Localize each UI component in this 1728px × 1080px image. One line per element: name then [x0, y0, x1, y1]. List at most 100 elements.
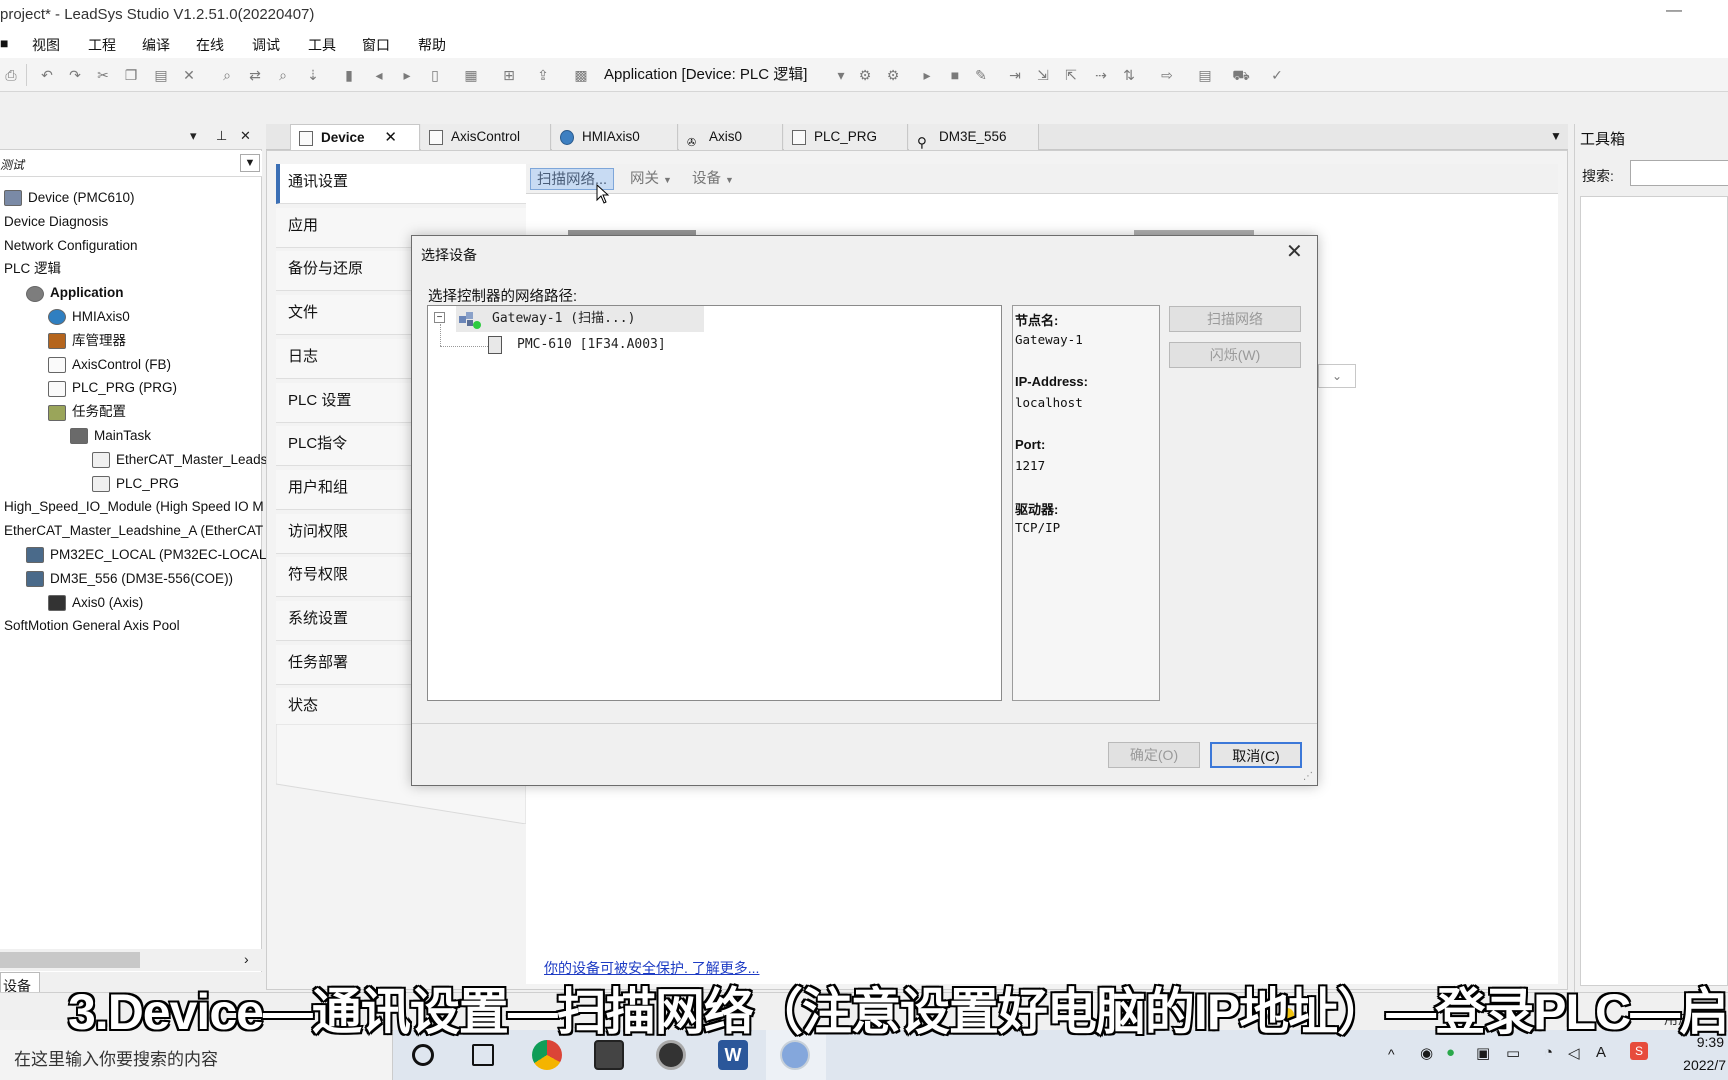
export-icon[interactable]: ⇪	[534, 67, 552, 83]
tree-item[interactable]: DM3E_556 (DM3E-556(COE))	[26, 567, 233, 591]
menu-online[interactable]: 在线	[196, 35, 224, 55]
tree-item[interactable]: PM32EC_LOCAL (PM32EC-LOCAL)	[26, 543, 271, 567]
tree-horizontal-scrollbar[interactable]: ›	[0, 949, 262, 971]
watch-icon[interactable]: ▤	[1196, 67, 1214, 83]
device-button[interactable]: 设备 ▼	[686, 168, 740, 190]
bookmark-clear-icon[interactable]: ▯	[426, 67, 444, 83]
find-in-project-icon[interactable]: ⌕	[274, 67, 292, 83]
dropdown-icon[interactable]: ▾	[190, 128, 197, 144]
input-method-icon[interactable]: A	[1596, 1044, 1606, 1061]
tree-item[interactable]: Device (PMC610)	[4, 186, 135, 210]
tree-item[interactable]: SoftMotion General Axis Pool	[4, 614, 180, 638]
copy-icon[interactable]: ❐	[122, 67, 140, 83]
show-next-statement-icon[interactable]: ⇨	[1158, 67, 1176, 83]
find-icon[interactable]: ⌕	[218, 67, 236, 83]
add-object-icon[interactable]: ⊞	[500, 67, 518, 83]
tab-axis0[interactable]: ✇ Axis0	[679, 124, 783, 150]
chevron-down-icon[interactable]: ▾	[832, 67, 850, 83]
calculator-icon[interactable]	[594, 1040, 624, 1070]
tree-item[interactable]: High_Speed_IO_Module (High Speed IO M	[4, 495, 264, 519]
undo-icon[interactable]: ↶	[38, 67, 56, 83]
wechat-icon[interactable]: ●	[1446, 1044, 1455, 1061]
sogou-icon[interactable]: S	[1630, 1042, 1648, 1060]
tab-axiscontrol[interactable]: AxisControl	[421, 124, 551, 150]
compile-icon[interactable]: ▦	[462, 67, 480, 83]
cancel-button[interactable]: 取消(C)	[1210, 742, 1302, 768]
close-icon[interactable]: ✕	[1286, 242, 1303, 262]
tree-item[interactable]: 任务配置	[48, 400, 126, 424]
menu-tools[interactable]: 工具	[308, 35, 336, 55]
step-out-icon[interactable]: ⇱	[1062, 67, 1080, 83]
check-icon[interactable]: ✓	[1268, 67, 1286, 83]
step-over-icon[interactable]: ⇥	[1006, 67, 1024, 83]
login-icon[interactable]: ⚙	[856, 67, 874, 83]
chevron-down-icon[interactable]: ⌄	[1318, 364, 1356, 388]
resize-grip-icon[interactable]: ⋰	[1303, 771, 1313, 782]
tab-dm3e-556[interactable]: ⚲ DM3E_556	[909, 124, 1039, 150]
menu-view[interactable]: 视图	[32, 35, 60, 55]
gateway-node[interactable]: Gateway-1 (扫描...)	[492, 307, 635, 331]
tree-item[interactable]: HMIAxis0	[48, 305, 130, 329]
network-icon[interactable]: ▣	[1476, 1044, 1490, 1062]
scan-network-dialog-button[interactable]: 扫描网络	[1169, 306, 1301, 332]
toolbox-search-input[interactable]	[1630, 160, 1728, 186]
tree-item[interactable]: Network Configuration	[4, 234, 138, 258]
battery-icon[interactable]: ▭	[1506, 1044, 1520, 1062]
nav-item[interactable]: 通讯设置	[276, 164, 526, 204]
step-into-icon[interactable]: ⇲	[1034, 67, 1052, 83]
tree-item[interactable]: 库管理器	[48, 329, 126, 353]
replace-icon[interactable]: ⇄	[246, 67, 264, 83]
tree-item[interactable]: PLC_PRG (PRG)	[48, 376, 177, 400]
tab-hmiaxis0[interactable]: HMIAxis0	[552, 124, 678, 150]
tree-item[interactable]: EtherCAT_Master_Leadshine_A (EtherCAT	[4, 519, 263, 543]
tray-chevron-icon[interactable]: ^	[1388, 1046, 1395, 1062]
logout-icon[interactable]: ⚙	[884, 67, 902, 83]
ok-button[interactable]: 确定(O)	[1108, 742, 1200, 768]
close-icon[interactable]: ✕	[240, 128, 251, 144]
menu-project[interactable]: 工程	[88, 35, 116, 55]
pin-icon[interactable]: ⊥	[216, 128, 227, 144]
tree-item[interactable]: MainTask	[70, 424, 151, 448]
menu-help[interactable]: 帮助	[418, 35, 446, 55]
menu-build[interactable]: 编译	[142, 35, 170, 55]
set-next-statement-icon[interactable]: ⇅	[1120, 67, 1138, 83]
chrome-icon[interactable]	[532, 1040, 562, 1070]
find-next-icon[interactable]: ⇣	[304, 67, 322, 83]
menu-debug[interactable]: 调试	[252, 35, 280, 55]
bookmark-icon[interactable]: ▮	[340, 67, 358, 83]
chevron-down-icon[interactable]: ▼	[240, 154, 260, 172]
tree-item[interactable]: Application	[26, 281, 124, 305]
cut-icon[interactable]: ✂	[94, 67, 112, 83]
collapse-icon[interactable]: −	[434, 312, 445, 323]
bookmark-next-icon[interactable]: ▸	[398, 67, 416, 83]
calendar-icon[interactable]: ▩	[572, 67, 590, 83]
active-application-combo[interactable]: Application [Device: PLC 逻辑]	[604, 64, 807, 86]
minimize-button[interactable]: —	[1666, 2, 1682, 20]
clock-date[interactable]: 2022/7	[1670, 1057, 1726, 1073]
tab-plc-prg[interactable]: PLC_PRG	[784, 124, 908, 150]
menu-file-partial[interactable]: ■	[0, 35, 8, 51]
device-tree-combo[interactable]: 测试 ▼	[0, 151, 262, 177]
bookmark-prev-icon[interactable]: ◂	[370, 67, 388, 83]
wink-button[interactable]: 闪烁(W)	[1169, 342, 1301, 368]
menu-window[interactable]: 窗口	[362, 35, 390, 55]
tree-item[interactable]: PLC_PRG	[92, 472, 179, 496]
tab-device[interactable]: Device ✕	[290, 124, 420, 150]
screen-recorder-icon[interactable]	[656, 1040, 686, 1070]
tree-item[interactable]: Axis0 (Axis)	[48, 591, 143, 615]
tree-item[interactable]: Device Diagnosis	[4, 210, 108, 234]
run-icon[interactable]: ▸	[918, 67, 936, 83]
tree-item[interactable]: AxisControl (FB)	[48, 353, 171, 377]
close-tab-icon[interactable]: ✕	[384, 129, 397, 146]
gateway-button[interactable]: 网关 ▼	[624, 168, 678, 190]
delete-icon[interactable]: ✕	[180, 67, 198, 83]
tree-item[interactable]: EtherCAT_Master_Leadsh	[92, 448, 275, 472]
tree-item[interactable]: PLC 逻辑	[4, 257, 61, 281]
stop-icon[interactable]: ■	[946, 67, 964, 83]
cart-icon[interactable]: ⛟	[1232, 67, 1250, 83]
tab-list-dropdown-icon[interactable]: ▼	[1550, 129, 1562, 143]
microphone-icon[interactable]: ◉	[1420, 1044, 1433, 1062]
run-to-cursor-icon[interactable]: ⇢	[1092, 67, 1110, 83]
plc-device-node[interactable]: PMC-610 [1F34.A003]	[517, 333, 666, 357]
task-view-icon[interactable]	[472, 1044, 494, 1066]
